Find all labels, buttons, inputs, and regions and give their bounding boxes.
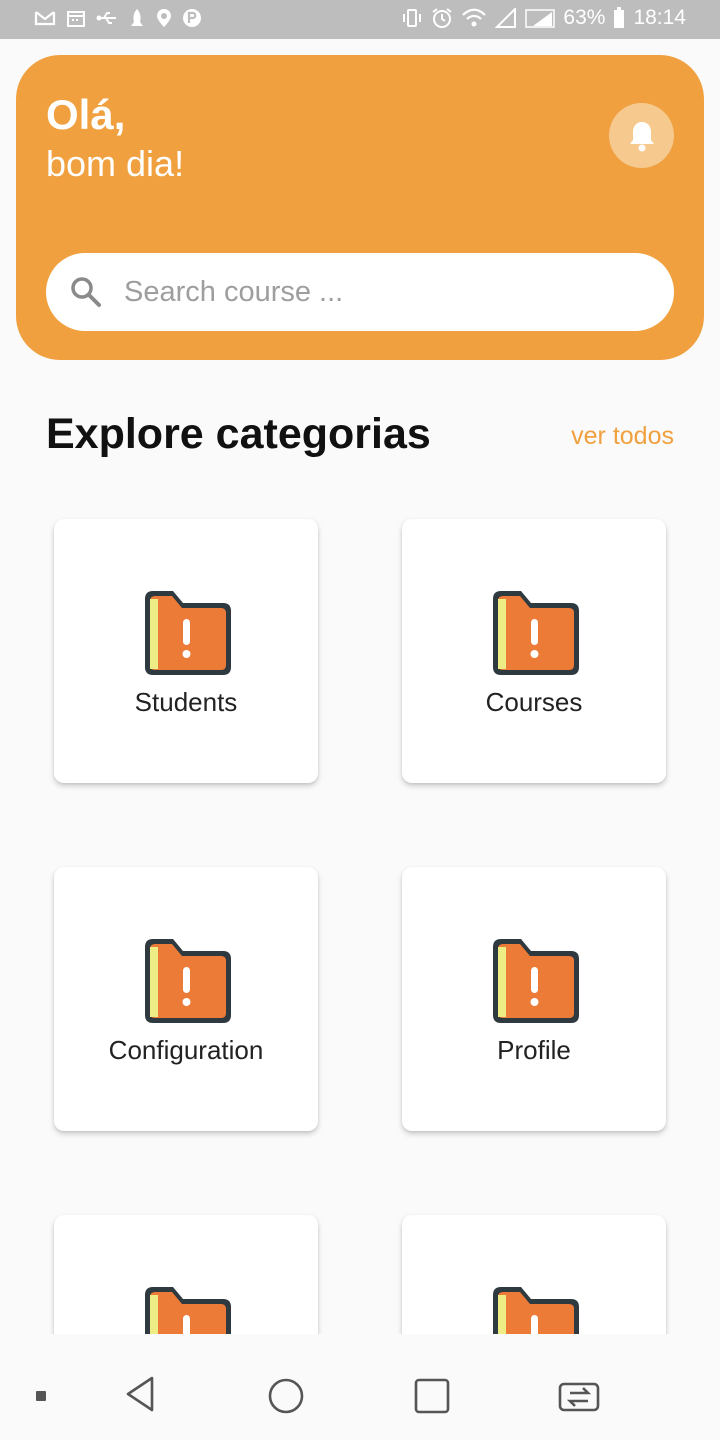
back-icon[interactable] <box>122 1374 158 1414</box>
clock: 18:14 <box>633 6 686 29</box>
alarm-icon <box>432 8 453 28</box>
folder-alert-icon <box>145 939 231 1023</box>
wifi-icon <box>462 8 487 27</box>
category-label: Courses <box>485 687 583 717</box>
recents-icon[interactable] <box>413 1377 451 1415</box>
search-input[interactable] <box>124 267 644 317</box>
status-bar: 63% 18:14 <box>0 0 720 39</box>
folder-alert-icon <box>145 1287 231 1334</box>
switch-app-icon[interactable] <box>556 1380 602 1414</box>
system-status: 63% 18:14 <box>401 6 686 30</box>
see-all-link[interactable]: ver todos <box>571 422 674 451</box>
greeting-header: Olá, bom dia! <box>16 55 704 360</box>
category-card-configuration[interactable]: Configuration <box>54 867 318 1131</box>
calendar-icon <box>67 11 85 27</box>
search-icon <box>71 277 101 307</box>
system-nav-bar <box>0 1350 720 1440</box>
bell-icon <box>629 121 654 151</box>
category-card[interactable] <box>54 1215 318 1334</box>
usb-icon <box>96 12 116 24</box>
category-card-courses[interactable]: Courses <box>402 519 666 783</box>
home-icon[interactable] <box>266 1376 306 1416</box>
folder-alert-icon <box>493 1287 579 1334</box>
greeting-subtitle: bom dia! <box>46 143 185 184</box>
category-grid: Students Courses Configuration Profile <box>0 470 720 1334</box>
category-card[interactable] <box>402 1215 666 1334</box>
category-card-students[interactable]: Students <box>54 519 318 783</box>
signal-icon <box>525 9 556 28</box>
dot-icon[interactable] <box>35 1390 47 1402</box>
notifications-button[interactable] <box>609 103 674 168</box>
folder-alert-icon <box>145 591 231 675</box>
greeting-title: Olá, <box>46 91 126 138</box>
battery-percent: 63% <box>563 6 606 29</box>
section-title: Explore categorias <box>46 410 431 458</box>
search-bar[interactable] <box>46 253 674 331</box>
battery-icon <box>614 7 625 28</box>
location-icon <box>157 9 171 27</box>
parking-icon <box>183 9 201 27</box>
folder-alert-icon <box>493 939 579 1023</box>
notification-icons <box>34 8 202 28</box>
category-label: Profile <box>497 1035 571 1065</box>
vibrate-icon <box>403 9 422 27</box>
folder-alert-icon <box>493 591 579 675</box>
category-label: Configuration <box>108 1035 264 1065</box>
gmail-icon <box>34 11 56 26</box>
category-card-profile[interactable]: Profile <box>402 867 666 1131</box>
signal-icon <box>495 8 517 28</box>
category-label: Students <box>134 687 238 717</box>
rocket-icon <box>131 9 143 26</box>
